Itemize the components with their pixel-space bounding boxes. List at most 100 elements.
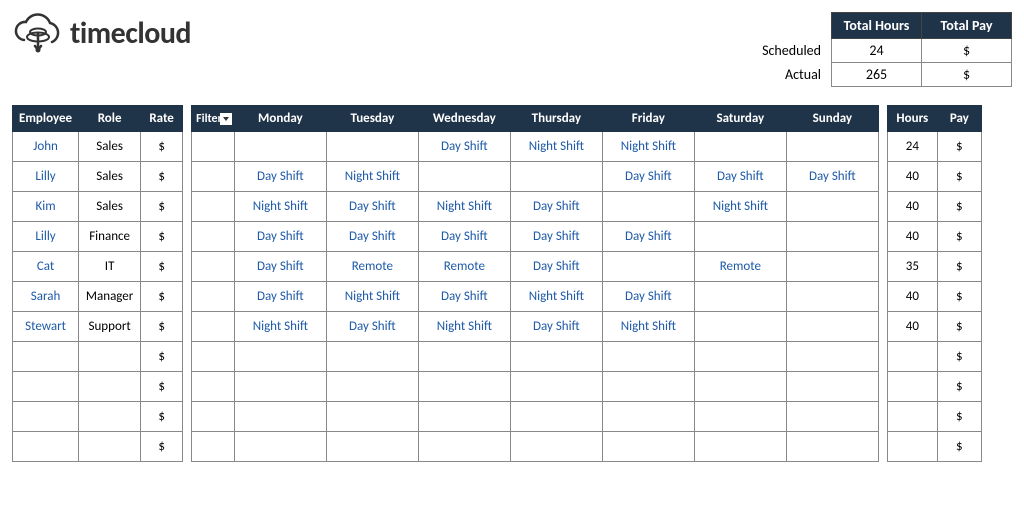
row-hours (887, 342, 937, 372)
table-row: $ (887, 372, 981, 402)
row-pay: $ (937, 132, 981, 162)
shift-cell[interactable]: Day Shift (326, 312, 418, 342)
shift-cell (786, 342, 878, 372)
filter-cell (192, 432, 235, 462)
shift-cell[interactable]: Night Shift (602, 312, 694, 342)
table-row: Night ShiftDay ShiftNight ShiftDay Shift… (192, 312, 879, 342)
employee-name (13, 432, 79, 462)
shift-cell[interactable]: Night Shift (234, 192, 326, 222)
table-row: Day ShiftNight ShiftDay ShiftNight Shift… (192, 282, 879, 312)
cloud-icon (12, 12, 64, 54)
row-hours: 40 (887, 162, 937, 192)
row-pay: $ (937, 222, 981, 252)
shift-cell[interactable]: Night Shift (418, 192, 510, 222)
employee-role (79, 432, 141, 462)
employee-name[interactable]: Kim (13, 192, 79, 222)
row-pay: $ (937, 282, 981, 312)
employee-rate: $ (141, 282, 183, 312)
shift-cell[interactable]: Day Shift (234, 222, 326, 252)
shift-cell[interactable]: Night Shift (326, 162, 418, 192)
employee-name[interactable]: John (13, 132, 79, 162)
shift-cell (602, 192, 694, 222)
employee-name[interactable]: Stewart (13, 312, 79, 342)
employee-name[interactable]: Cat (13, 252, 79, 282)
row-pay: $ (937, 342, 981, 372)
shift-cell (786, 432, 878, 462)
shift-cell (786, 402, 878, 432)
shift-cell[interactable]: Day Shift (510, 312, 602, 342)
shift-cell[interactable]: Remote (326, 252, 418, 282)
row-hours: 40 (887, 222, 937, 252)
shift-cell[interactable]: Day Shift (234, 162, 326, 192)
shift-cell[interactable]: Day Shift (694, 162, 786, 192)
shift-cell (418, 402, 510, 432)
col-pay: Pay (937, 106, 981, 132)
shift-cell (694, 222, 786, 252)
shift-cell[interactable]: Day Shift (602, 282, 694, 312)
col-role: Role (79, 106, 141, 132)
shift-cell[interactable]: Night Shift (510, 282, 602, 312)
shift-cell[interactable]: Day Shift (234, 282, 326, 312)
brand-logo: timecloud (12, 12, 191, 54)
shift-cell[interactable]: Day Shift (326, 192, 418, 222)
row-hours (887, 432, 937, 462)
shift-cell[interactable]: Remote (418, 252, 510, 282)
shift-cell (234, 372, 326, 402)
table-row: 40$ (887, 312, 981, 342)
col-rate: Rate (141, 106, 183, 132)
employee-name[interactable]: Lilly (13, 162, 79, 192)
shift-cell[interactable]: Day Shift (326, 222, 418, 252)
summary-scheduled-hours: 24 (832, 39, 922, 63)
filter-cell (192, 132, 235, 162)
shift-cell[interactable]: Day Shift (786, 162, 878, 192)
row-hours: 40 (887, 192, 937, 222)
table-row: Day ShiftNight ShiftNight Shift (192, 132, 879, 162)
col-employee: Employee (13, 106, 79, 132)
shift-cell[interactable]: Day Shift (602, 222, 694, 252)
shift-cell (510, 342, 602, 372)
shift-cell[interactable]: Night Shift (510, 132, 602, 162)
employee-role: Sales (79, 162, 141, 192)
shift-cell (326, 432, 418, 462)
shift-cell[interactable]: Day Shift (418, 222, 510, 252)
table-row: LillyFinance$ (13, 222, 183, 252)
col-day: Tuesday (326, 106, 418, 132)
shift-cell[interactable]: Night Shift (694, 192, 786, 222)
shift-cell[interactable]: Day Shift (510, 252, 602, 282)
col-filter[interactable]: Filter (192, 106, 235, 132)
shift-cell[interactable]: Night Shift (418, 312, 510, 342)
shift-cell[interactable]: Night Shift (234, 312, 326, 342)
shift-cell (326, 132, 418, 162)
shift-cell[interactable]: Day Shift (510, 192, 602, 222)
shift-cell[interactable]: Day Shift (510, 222, 602, 252)
shift-cell[interactable]: Remote (694, 252, 786, 282)
shift-cell[interactable]: Night Shift (326, 282, 418, 312)
employee-rate: $ (141, 372, 183, 402)
shift-cell (694, 402, 786, 432)
shift-cell[interactable]: Night Shift (602, 132, 694, 162)
row-pay: $ (937, 372, 981, 402)
shift-cell (694, 282, 786, 312)
dropdown-icon[interactable] (220, 113, 232, 125)
table-row: 40$ (887, 192, 981, 222)
summary-actual-hours: 265 (832, 63, 922, 87)
shift-cell (510, 372, 602, 402)
filter-cell (192, 342, 235, 372)
shift-cell[interactable]: Day Shift (418, 282, 510, 312)
shift-cell (326, 372, 418, 402)
table-row: $ (13, 372, 183, 402)
shift-cell (602, 252, 694, 282)
shift-cell (602, 402, 694, 432)
shift-cell[interactable]: Day Shift (602, 162, 694, 192)
employee-name[interactable]: Sarah (13, 282, 79, 312)
col-day: Sunday (786, 106, 878, 132)
employee-name[interactable]: Lilly (13, 222, 79, 252)
filter-cell (192, 282, 235, 312)
table-row: 40$ (887, 162, 981, 192)
row-pay: $ (937, 162, 981, 192)
shift-cell[interactable]: Day Shift (418, 132, 510, 162)
shift-cell (786, 192, 878, 222)
shift-cell[interactable]: Day Shift (234, 252, 326, 282)
table-row: $ (887, 432, 981, 462)
summary-header-pay: Total Pay (922, 13, 1012, 39)
